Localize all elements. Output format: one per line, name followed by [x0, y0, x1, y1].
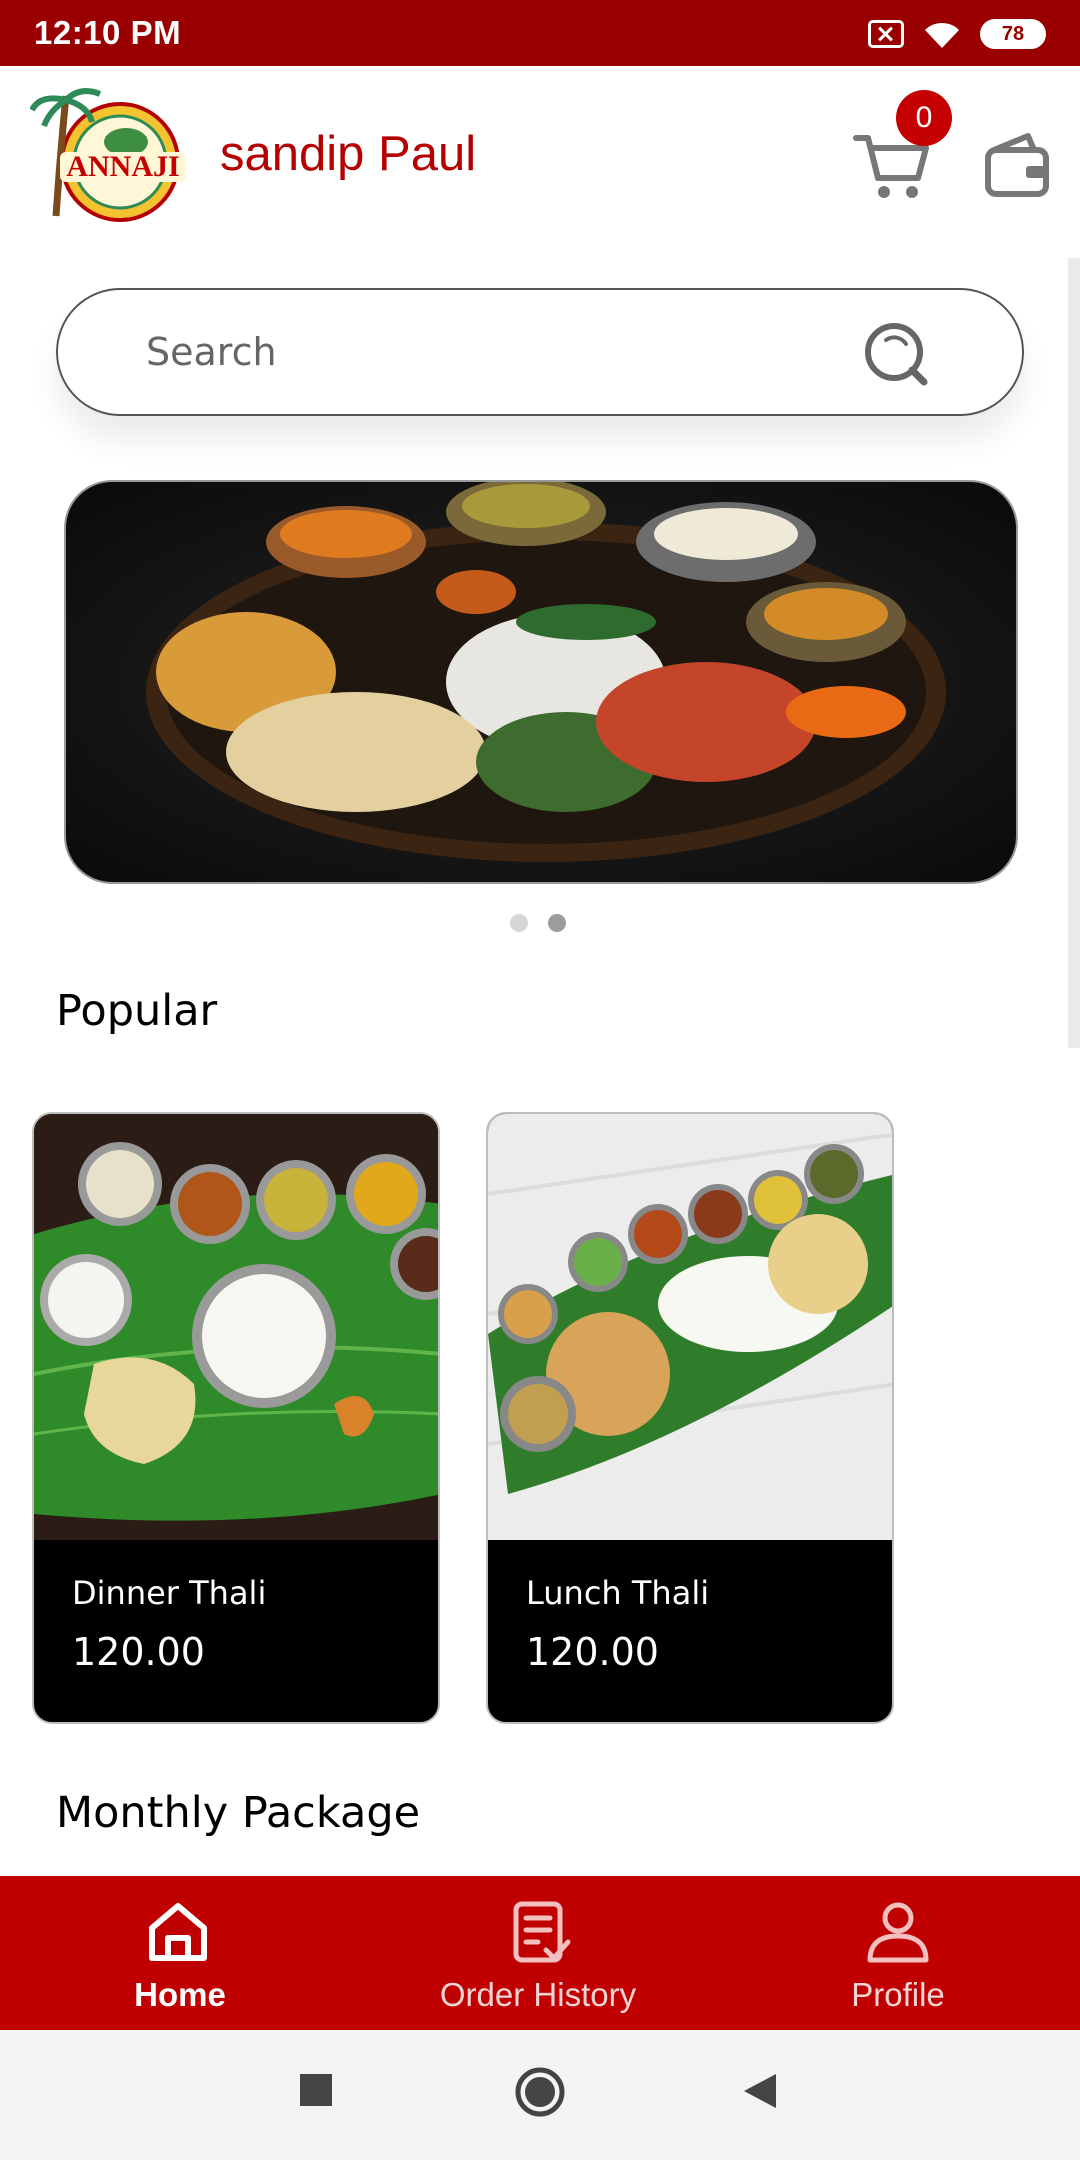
wallet-icon[interactable] — [982, 130, 1052, 200]
status-icons: 78 — [868, 14, 1046, 54]
bottom-navigation: Home Order History Profile — [0, 1876, 1080, 2030]
logo-text: ANNAJI — [66, 150, 179, 183]
recent-apps-icon[interactable] — [298, 2072, 334, 2108]
order-history-icon — [513, 1901, 571, 1963]
nav-order-history[interactable]: Order History — [358, 1876, 718, 2030]
banner-pagination — [510, 914, 566, 932]
promo-banner[interactable] — [64, 480, 1018, 884]
nav-order-history-label: Order History — [439, 1976, 637, 2013]
item-name: Dinner Thali — [72, 1574, 267, 1612]
lunch-thali-image — [488, 1114, 892, 1540]
banner-thali-image — [146, 482, 946, 862]
cart-count-badge: 0 — [896, 90, 952, 146]
banner-dot-1[interactable] — [510, 914, 528, 932]
item-name: Lunch Thali — [526, 1574, 710, 1612]
annaji-logo: ANNAJI — [30, 88, 186, 222]
back-button-icon[interactable] — [742, 2072, 778, 2110]
search-icon[interactable] — [860, 318, 932, 390]
notification-box-icon — [868, 20, 904, 48]
dinner-thali-image — [34, 1114, 438, 1540]
status-bar: 12:10 PM 78 — [0, 0, 1080, 66]
home-button-icon[interactable] — [514, 2066, 566, 2118]
scrollbar[interactable] — [1068, 258, 1080, 1048]
search-bar[interactable] — [56, 288, 1024, 416]
item-price: 120.00 — [72, 1630, 205, 1674]
battery-indicator: 78 — [980, 19, 1046, 49]
item-price: 120.00 — [526, 1630, 659, 1674]
nav-home[interactable]: Home — [0, 1876, 360, 2030]
banner-dot-2[interactable] — [548, 914, 566, 932]
status-time: 12:10 PM — [34, 14, 182, 51]
app-header: ANNAJI sandip Paul 0 — [0, 66, 1080, 242]
nav-profile-label: Profile — [851, 1976, 945, 2013]
monthly-package-section-title: Monthly Package — [56, 1788, 421, 1838]
wifi-icon — [925, 22, 959, 48]
profile-icon — [867, 1902, 929, 1963]
user-name: sandip Paul — [220, 127, 477, 181]
popular-section-title: Popular — [56, 986, 218, 1036]
home-icon — [149, 1903, 207, 1961]
search-input[interactable] — [146, 322, 846, 382]
popular-item-card[interactable]: Lunch Thali 120.00 — [486, 1112, 894, 1724]
nav-profile[interactable]: Profile — [718, 1876, 1078, 2030]
nav-home-label: Home — [134, 1976, 226, 2013]
popular-item-card[interactable]: Dinner Thali 120.00 — [32, 1112, 440, 1724]
system-navigation-bar — [0, 2030, 1080, 2160]
